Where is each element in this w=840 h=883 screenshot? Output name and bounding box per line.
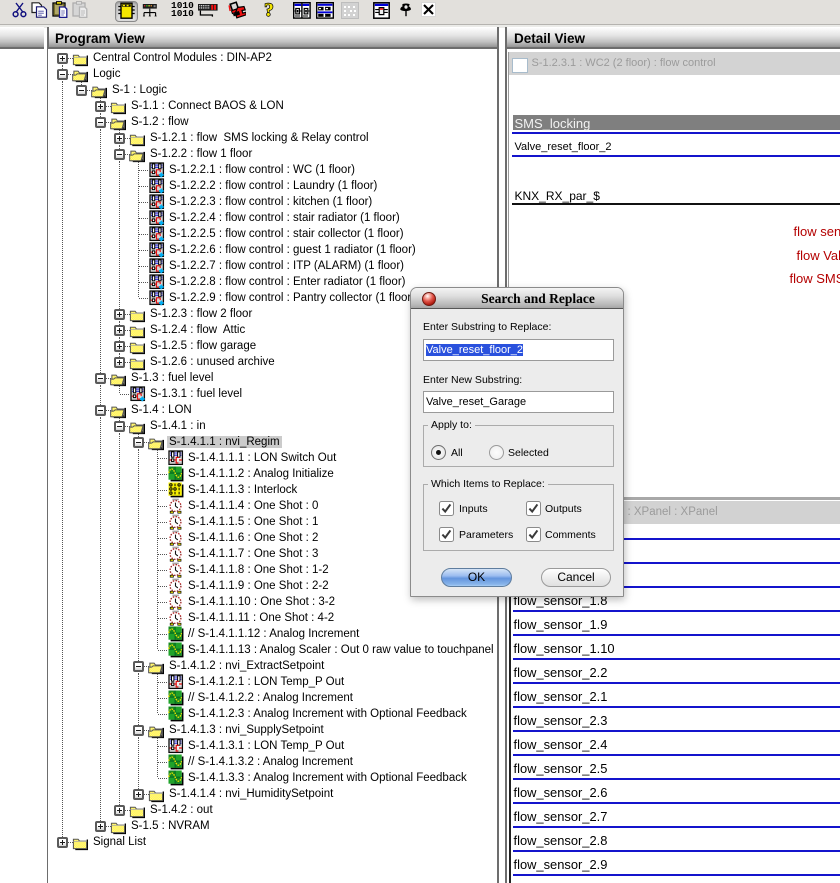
svg-text:?: ? bbox=[264, 0, 274, 20]
